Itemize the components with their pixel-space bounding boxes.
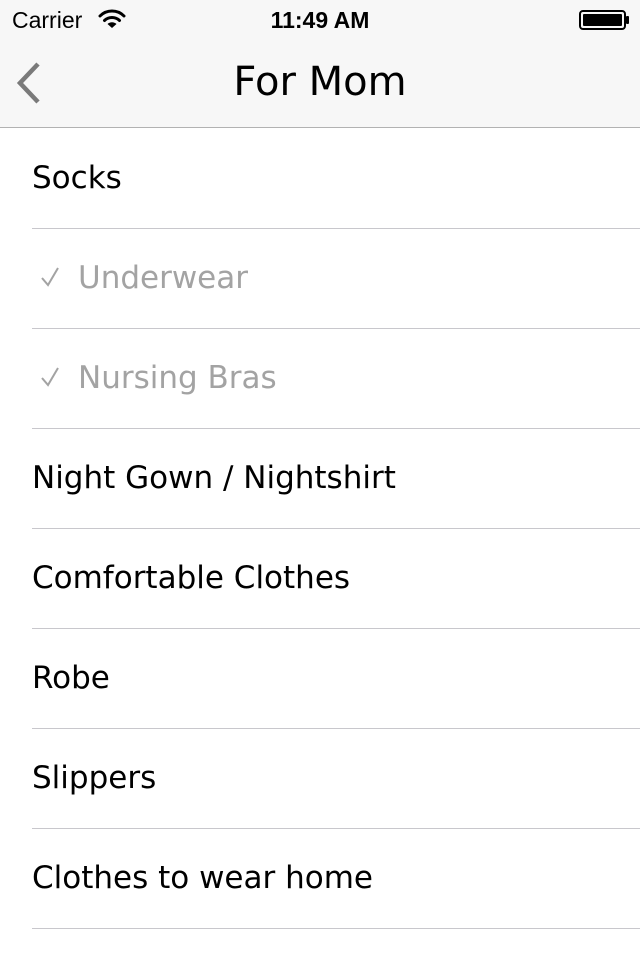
list-item[interactable]: Clothes to wear home (32, 829, 640, 929)
list-item[interactable]: Comfortable Clothes (32, 529, 640, 629)
checkmark-icon (41, 367, 59, 387)
item-label: Comfortable Clothes (32, 560, 351, 596)
item-label: Underwear (78, 260, 249, 296)
status-time: 11:49 AM (270, 7, 370, 33)
item-label: Socks (32, 160, 122, 196)
list-item[interactable]: Socks (32, 129, 640, 229)
list-item[interactable]: Robe (32, 629, 640, 729)
status-bar: Carrier 11:49 AM (0, 0, 640, 40)
page-title: For Mom (233, 59, 407, 105)
item-label: Nursing Bras (78, 360, 277, 396)
battery-icon (579, 10, 631, 30)
list-item[interactable]: Slippers (32, 729, 640, 829)
item-label: Slippers (32, 760, 157, 796)
list-item[interactable]: Nursing Bras (32, 329, 640, 429)
navigation-bar: For Mom (0, 40, 640, 128)
item-label: Night Gown / Nightshirt (32, 460, 396, 496)
checklist: Socks Underwear Nursing Bras Night Gown / N… (0, 129, 640, 929)
list-item[interactable]: Night Gown / Nightshirt (32, 429, 640, 529)
item-label: Robe (32, 660, 110, 696)
item-label: Clothes to wear home (32, 860, 373, 896)
checkmark-icon (41, 267, 59, 287)
list-item[interactable]: Underwear (32, 229, 640, 329)
